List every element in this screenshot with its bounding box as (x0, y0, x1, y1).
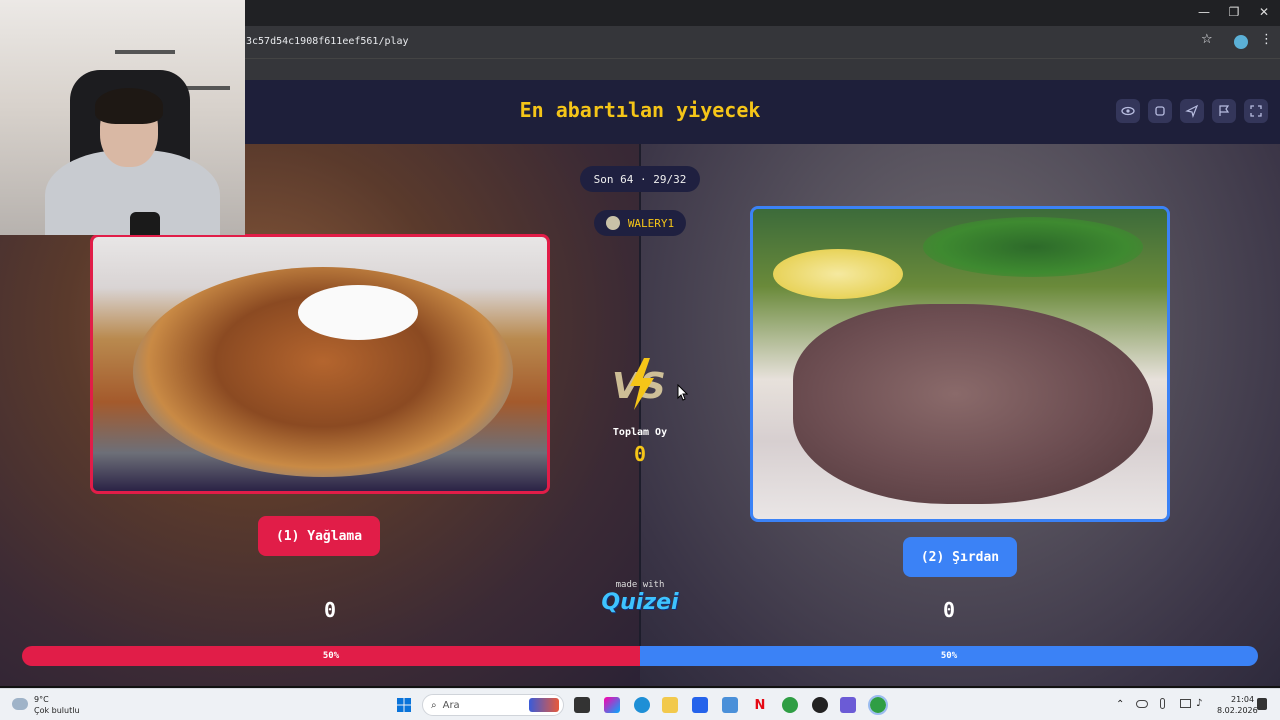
lemon-garnish (773, 249, 903, 299)
windows-start-icon[interactable] (396, 697, 412, 713)
clock-time[interactable]: 21:04 (1231, 695, 1254, 704)
tray-chevron-icon[interactable]: ⌃ (1116, 699, 1124, 710)
store-icon[interactable] (692, 697, 708, 713)
round-badge: Son 64 · 29/32 (580, 166, 700, 192)
windows-taskbar: 9°C Çok bulutlu ⌕ Ara N ⌃ ♪ 21:04 8.02.2… (0, 688, 1280, 720)
pick-right-button[interactable]: (2) Şırdan (903, 537, 1017, 577)
url-text[interactable]: 3c57d54c1908f611eef561/play (246, 36, 409, 47)
profile-avatar[interactable] (1234, 35, 1248, 49)
quizei-logo[interactable]: Quizei (596, 590, 684, 615)
right-food-image[interactable] (753, 209, 1167, 519)
fullscreen-icon[interactable] (1244, 99, 1268, 123)
task-view-icon[interactable] (574, 697, 590, 713)
taskbar-search[interactable]: ⌕ Ara (422, 694, 564, 716)
onedrive-icon[interactable] (1136, 700, 1148, 708)
total-votes-value: 0 (633, 442, 647, 466)
bookmark-star-icon[interactable]: ☆ (1201, 32, 1213, 47)
lahmacun-stack (133, 267, 513, 477)
eye-icon[interactable] (1116, 99, 1140, 123)
wall-shelf (115, 50, 175, 54)
edge-icon[interactable] (634, 697, 650, 713)
pick-left-button[interactable]: (1) Yağlama (258, 516, 380, 556)
weather-temp[interactable]: 9°C (34, 695, 49, 704)
player-name: WALERY1 (627, 216, 675, 230)
search-icon: ⌕ (431, 699, 437, 711)
sirdan-meat (793, 304, 1153, 504)
minimize-button[interactable]: — (1194, 5, 1214, 19)
option-left-card[interactable] (90, 234, 550, 494)
right-vote-count: 0 (942, 598, 956, 622)
left-percent: 50% (322, 651, 340, 661)
search-highlight-icon (529, 698, 559, 712)
network-icon[interactable] (1180, 699, 1191, 708)
file-explorer-icon[interactable] (662, 697, 678, 713)
flag-icon[interactable] (1212, 99, 1236, 123)
player-avatar (605, 216, 620, 230)
share-icon[interactable] (1148, 99, 1172, 123)
browser-menu-icon[interactable]: ⋮ (1260, 32, 1273, 47)
left-vote-count: 0 (323, 598, 337, 622)
total-votes-label: Toplam Oy (612, 427, 668, 438)
player-badge: WALERY1 (594, 210, 686, 236)
right-percent: 50% (940, 651, 958, 661)
search-placeholder: Ara (442, 699, 460, 711)
left-food-image[interactable] (93, 237, 547, 491)
yogurt-topping (298, 285, 418, 340)
close-window-button[interactable]: ✕ (1254, 5, 1274, 19)
option-right-card[interactable] (750, 206, 1170, 522)
weather-cloud-icon[interactable] (12, 698, 28, 710)
left-progress-bar: 50% (22, 646, 640, 666)
made-with-label: made with (615, 580, 665, 590)
vs-icon: VS (608, 354, 672, 414)
greens-garnish (923, 217, 1143, 277)
weather-desc[interactable]: Çok bulutlu (34, 706, 80, 715)
microphone-icon[interactable] (1160, 698, 1165, 709)
clock-date[interactable]: 8.02.2026 (1217, 706, 1258, 715)
webcam-overlay (0, 0, 245, 235)
chrome-icon[interactable] (782, 697, 798, 713)
notification-bell-icon[interactable] (1257, 698, 1267, 710)
right-progress-bar: 50% (640, 646, 1258, 666)
send-icon[interactable] (1180, 99, 1204, 123)
chrome-active-icon[interactable] (868, 695, 888, 715)
mouse-cursor-icon (677, 384, 688, 401)
calculator-icon[interactable] (722, 697, 738, 713)
microphone (130, 212, 160, 235)
streamer-hair (95, 88, 163, 124)
copilot-icon[interactable] (604, 697, 620, 713)
restore-button[interactable]: ❐ (1224, 5, 1244, 19)
volume-icon[interactable]: ♪ (1196, 698, 1202, 709)
netflix-icon[interactable]: N (752, 697, 768, 713)
steam-icon[interactable] (812, 697, 828, 713)
teams-icon[interactable] (840, 697, 856, 713)
